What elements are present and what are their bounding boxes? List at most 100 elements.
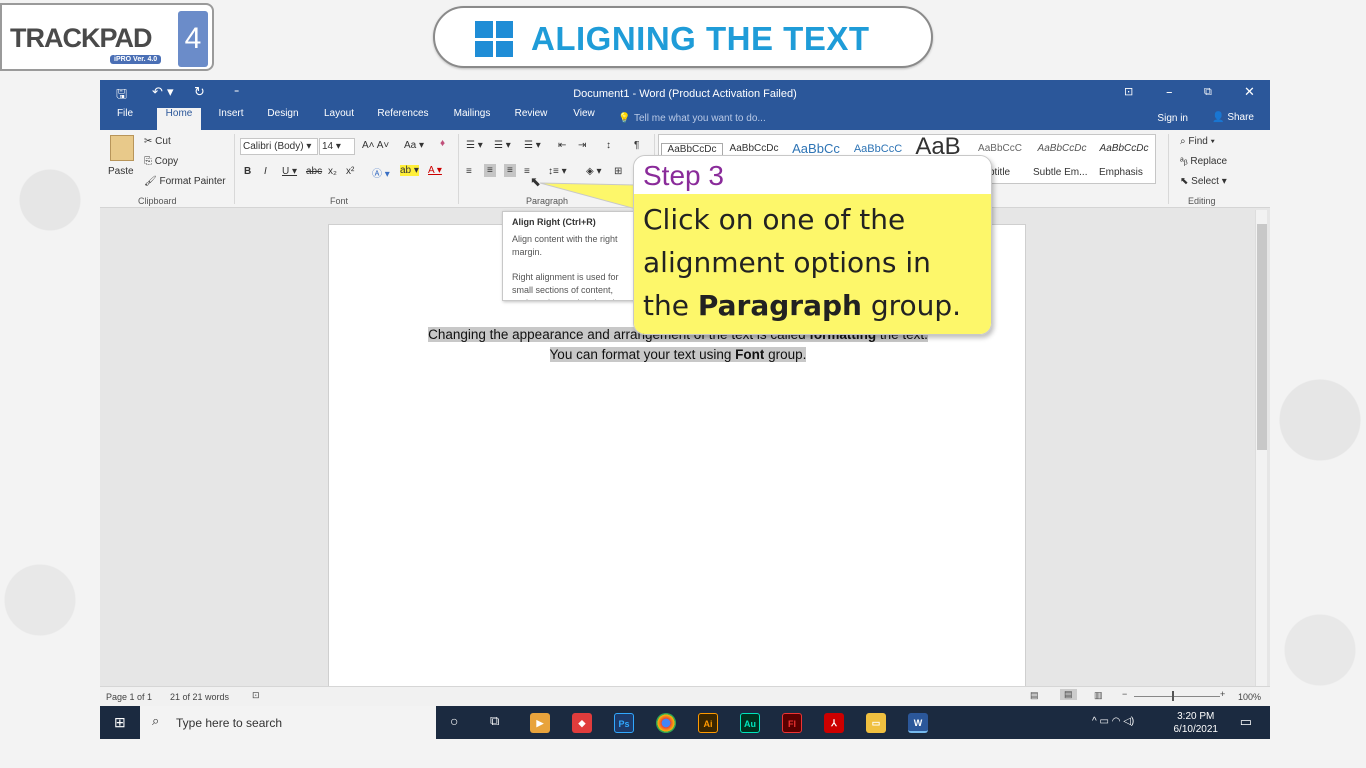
clock-date: 6/10/2021 (1173, 724, 1219, 735)
start-icon[interactable]: ⊞ (114, 714, 126, 731)
show-marks-icon[interactable]: ¶ (634, 140, 639, 151)
highlight-icon[interactable]: ab ▾ (400, 165, 419, 176)
select-label: Select (1191, 176, 1219, 187)
bold-button[interactable]: B (244, 166, 251, 177)
media-app-icon[interactable]: ▶ (530, 713, 550, 733)
read-mode-icon[interactable]: ▤ (1030, 690, 1039, 701)
restore-icon[interactable]: ⧉ (1204, 85, 1212, 99)
clock-time: 3:20 PM (1177, 711, 1215, 722)
replace-label: Replace (1190, 156, 1228, 167)
search-icon: ⌕ (152, 713, 160, 728)
scroll-thumb[interactable] (1257, 224, 1267, 450)
paste-icon[interactable] (110, 135, 134, 161)
strikethrough-button[interactable]: abc (306, 166, 322, 177)
zoom-level[interactable]: 100% (1238, 692, 1261, 702)
vertical-scrollbar[interactable] (1255, 210, 1267, 686)
sort-icon[interactable]: ↕ (606, 140, 611, 151)
tab-review[interactable]: Review (506, 108, 556, 130)
italic-button[interactable]: I (264, 166, 267, 177)
chrome-icon[interactable] (656, 713, 676, 733)
zoom-slider[interactable] (1134, 696, 1220, 697)
illustrator-icon[interactable]: Ai (698, 713, 718, 733)
proofing-icon[interactable]: ⊡ (252, 690, 260, 701)
style-name-subtitle: btitle (989, 167, 1011, 178)
file-explorer-icon[interactable]: ▭ (866, 713, 886, 733)
close-icon[interactable]: ✕ (1244, 85, 1255, 100)
bold-font-word: Font (735, 347, 765, 362)
text-segment: group. (764, 347, 807, 362)
ribbon-display-icon[interactable]: ⊡ (1124, 85, 1133, 98)
tab-mailings[interactable]: Mailings (446, 108, 498, 130)
page-count[interactable]: Page 1 of 1 (106, 692, 152, 702)
tab-layout[interactable]: Layout (314, 108, 364, 130)
notification-icon[interactable]: ▭ (1240, 714, 1252, 730)
red-app-icon[interactable]: ◆ (572, 713, 592, 733)
flash-icon[interactable]: Fl (782, 713, 802, 733)
taskbar-clock[interactable]: 3:20 PM 6/10/2021 (1174, 710, 1219, 736)
system-tray-icons[interactable]: ^ ▭ ◠ ◁) (1092, 716, 1134, 727)
grow-font-icon[interactable]: A˄ A˅ (362, 140, 389, 151)
cut-button[interactable]: ✂ Cut (144, 136, 171, 147)
windows-logo-icon (475, 21, 513, 57)
tab-view[interactable]: View (564, 108, 604, 130)
task-view-icon[interactable]: ⧉ (490, 713, 499, 729)
taskbar-search[interactable]: ⌕ Type here to search (140, 706, 436, 739)
acrobat-icon[interactable]: ⅄ (824, 713, 844, 733)
tab-references[interactable]: References (372, 108, 434, 130)
bullets-icon[interactable]: ☰ ▾ (466, 140, 483, 151)
font-color-icon[interactable]: A ▾ (428, 165, 442, 176)
decrease-indent-icon[interactable]: ⇤ (558, 140, 566, 151)
clear-formatting-icon[interactable]: ♦ (440, 138, 445, 149)
paste-button[interactable]: Paste (108, 166, 134, 177)
change-case-icon[interactable]: Aa ▾ (404, 140, 424, 151)
find-button[interactable]: ⌕ Find ▾ (1180, 136, 1215, 147)
select-button[interactable]: ⬉ Select ▾ (1180, 176, 1227, 187)
trackpad-logo: TRACKPAD iPRO Ver. 4.0 4 (0, 3, 214, 71)
share-button[interactable]: 👤 Share (1212, 112, 1254, 123)
tab-file[interactable]: File (108, 108, 142, 130)
lightbulb-icon: 💡 (618, 113, 631, 124)
sign-in-link[interactable]: Sign in (1157, 113, 1188, 124)
justify-icon[interactable]: ≡ (524, 166, 530, 177)
underline-button[interactable]: U ▾ (282, 166, 297, 177)
photoshop-icon[interactable]: Ps (614, 713, 634, 733)
cortana-icon[interactable]: ○ (450, 713, 458, 729)
logo-number: 4 (178, 11, 208, 67)
align-right-icon[interactable]: ≡ (504, 164, 516, 177)
superscript-button[interactable]: x² (346, 166, 354, 177)
print-layout-icon[interactable]: ▤ (1060, 689, 1077, 700)
align-center-icon[interactable]: ≡ (484, 164, 496, 177)
multilevel-list-icon[interactable]: ☰ ▾ (524, 140, 541, 151)
step-callout: Step 3 Click on one of the alignment opt… (633, 155, 992, 335)
replace-button[interactable]: ᵃᵦ Replace (1180, 156, 1227, 167)
lesson-title: ALIGNING THE TEXT (531, 20, 870, 57)
zoom-slider-thumb[interactable] (1172, 691, 1174, 701)
clipboard-group-label: Clipboard (138, 196, 177, 206)
tab-insert[interactable]: Insert (210, 108, 252, 130)
tell-me-search[interactable]: Tell me what you want to do... (634, 113, 766, 124)
step-label: Step 3 (634, 156, 991, 194)
align-left-icon[interactable]: ≡ (466, 166, 472, 177)
word-taskbar-icon[interactable]: W (908, 713, 928, 733)
tooltip-line1: Align content with the right margin. (512, 234, 618, 257)
minimize-icon[interactable]: – (1166, 85, 1173, 100)
format-painter-label: Format Painter (159, 176, 226, 187)
word-count[interactable]: 21 of 21 words (170, 692, 229, 702)
subscript-button[interactable]: x₂ (328, 166, 337, 177)
font-name-select[interactable]: Calibri (Body) ▾ (240, 138, 318, 155)
font-group-label: Font (330, 196, 349, 206)
tab-design[interactable]: Design (260, 108, 306, 130)
format-painter-button[interactable]: 🖌 Format Painter (144, 176, 226, 187)
web-layout-icon[interactable]: ▥ (1094, 690, 1103, 701)
text-effects-icon[interactable]: Ⓐ ▾ (372, 165, 390, 180)
zoom-in-icon[interactable]: + (1220, 689, 1225, 699)
logo-text: TRACKPAD (10, 23, 152, 53)
increase-indent-icon[interactable]: ⇥ (578, 140, 586, 151)
copy-button[interactable]: ⎘ Copy (144, 156, 178, 167)
numbering-icon[interactable]: ☰ ▾ (494, 140, 511, 151)
zoom-out-icon[interactable]: − (1122, 689, 1127, 699)
font-size-select[interactable]: 14 ▾ (319, 138, 355, 155)
tab-home[interactable]: Home (157, 108, 201, 130)
step-instruction: Click on one of the alignment options in… (634, 194, 991, 334)
audition-icon[interactable]: Au (740, 713, 760, 733)
